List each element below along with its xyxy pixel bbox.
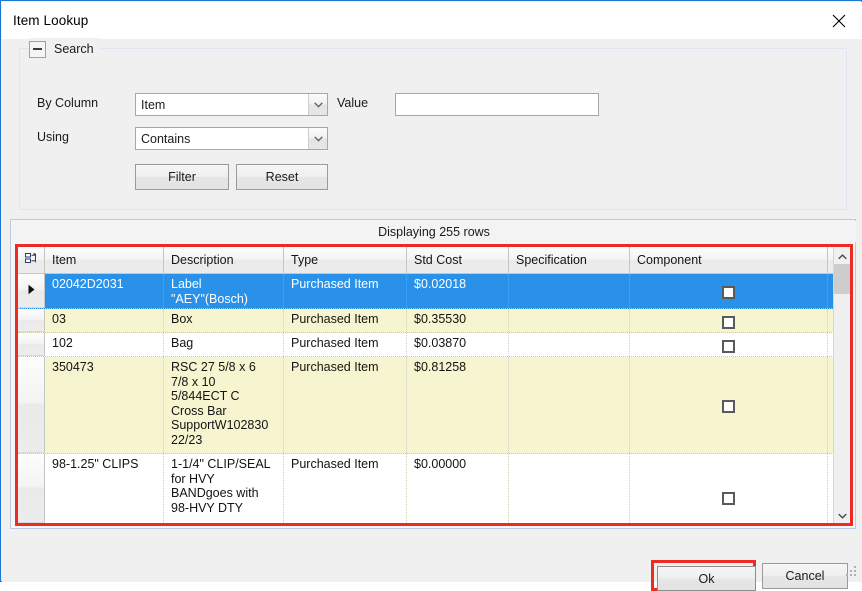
- select-all-corner-button[interactable]: [18, 247, 45, 273]
- cell-item: 102: [45, 333, 164, 356]
- search-groupbox-label: Search: [54, 42, 94, 56]
- scroll-down-button[interactable]: [834, 506, 850, 523]
- scroll-thumb[interactable]: [834, 264, 850, 294]
- cell-component[interactable]: [630, 309, 828, 332]
- row-selector[interactable]: [18, 454, 45, 523]
- window-title: Item Lookup: [13, 13, 89, 28]
- cell-description: Box: [164, 309, 284, 332]
- cell-item: 03: [45, 309, 164, 332]
- column-header-std-cost[interactable]: Std Cost: [407, 247, 509, 273]
- value-label: Value: [337, 96, 369, 110]
- cell-specification: [509, 454, 630, 523]
- window-titlebar: Item Lookup: [2, 2, 862, 39]
- cell-std-cost: $0.02018: [407, 274, 509, 308]
- cell-description: Bag: [164, 333, 284, 356]
- cell-description: RSC 27 5/8 x 6 7/8 x 10 5/844ECT C Cross…: [164, 357, 284, 453]
- column-header-component[interactable]: Component: [630, 247, 828, 273]
- cancel-button[interactable]: Cancel: [762, 563, 848, 589]
- collapse-toggle-button[interactable]: [29, 40, 46, 58]
- row-selector[interactable]: [18, 309, 45, 332]
- chevron-down-icon: [837, 508, 847, 522]
- grid-header-row: Item Description Type Std Cost Specifica…: [18, 247, 850, 274]
- ok-button[interactable]: Ok: [657, 566, 756, 591]
- cell-std-cost: $0.00000: [407, 454, 509, 523]
- close-button[interactable]: [816, 2, 862, 39]
- table-row[interactable]: 102 Bag Purchased Item $0.03870: [18, 333, 850, 357]
- cell-component[interactable]: [630, 333, 828, 356]
- chevron-up-icon: [837, 249, 847, 263]
- cell-specification: [509, 333, 630, 356]
- cell-std-cost: $0.35530: [407, 309, 509, 332]
- table-row[interactable]: 350473 RSC 27 5/8 x 6 7/8 x 10 5/844ECT …: [18, 357, 850, 454]
- filter-button[interactable]: Filter: [135, 164, 229, 190]
- cell-component[interactable]: [630, 274, 828, 308]
- reset-button[interactable]: Reset: [236, 164, 328, 190]
- chevron-down-icon[interactable]: [308, 94, 327, 115]
- by-column-combobox-value: Item: [141, 97, 166, 112]
- cell-specification: [509, 357, 630, 453]
- component-checkbox[interactable]: [722, 315, 735, 329]
- cell-type: Purchased Item: [284, 309, 407, 332]
- value-input[interactable]: [395, 93, 599, 116]
- row-count-status: Displaying 255 rows: [12, 221, 856, 242]
- component-checkbox[interactable]: [722, 339, 735, 353]
- scroll-up-button[interactable]: [834, 247, 850, 264]
- chevron-down-icon[interactable]: [308, 128, 327, 149]
- cell-std-cost: $0.03870: [407, 333, 509, 356]
- cell-type: Purchased Item: [284, 333, 407, 356]
- component-checkbox[interactable]: [722, 400, 735, 413]
- using-combobox[interactable]: Contains: [135, 127, 328, 150]
- cell-component[interactable]: [630, 454, 828, 523]
- search-groupbox-legend: Search: [29, 38, 100, 60]
- data-grid-focus-highlight: Item Description Type Std Cost Specifica…: [15, 244, 853, 526]
- resize-grip-icon[interactable]: [846, 566, 858, 578]
- column-header-description[interactable]: Description: [164, 247, 284, 273]
- cell-type: Purchased Item: [284, 454, 407, 523]
- table-row[interactable]: 98-1.25" CLIPS 1-1/4" CLIP/SEAL for HVY …: [18, 454, 850, 523]
- item-lookup-window: Item Lookup Search By Column Item Value …: [0, 0, 862, 591]
- cell-specification: [509, 309, 630, 332]
- row-selector[interactable]: [18, 333, 45, 356]
- table-row[interactable]: 03 Box Purchased Item $0.35530: [18, 309, 850, 333]
- cell-type: Purchased Item: [284, 357, 407, 453]
- row-selector[interactable]: [18, 274, 45, 308]
- by-column-label: By Column: [37, 96, 99, 110]
- cell-type: Purchased Item: [284, 274, 407, 308]
- cell-specification: [509, 274, 630, 308]
- cell-item: 02042D2031: [45, 274, 164, 308]
- select-all-icon: [24, 252, 38, 268]
- table-row[interactable]: 02042D2031 Label "AEY"(Bosch) Purchased …: [18, 274, 850, 309]
- close-icon: [832, 14, 846, 28]
- column-header-specification[interactable]: Specification: [509, 247, 630, 273]
- column-header-item[interactable]: Item: [45, 247, 164, 273]
- component-checkbox[interactable]: [722, 286, 735, 299]
- grid-vertical-scrollbar[interactable]: [833, 247, 850, 523]
- minus-icon: [33, 48, 42, 50]
- using-label: Using: [37, 130, 69, 144]
- cell-component[interactable]: [630, 357, 828, 453]
- component-checkbox[interactable]: [722, 492, 735, 505]
- by-column-combobox[interactable]: Item: [135, 93, 328, 116]
- row-selector[interactable]: [18, 357, 45, 453]
- column-header-type[interactable]: Type: [284, 247, 407, 273]
- results-panel: Displaying 255 rows Item Description Typ…: [10, 219, 856, 529]
- cell-item: 98-1.25" CLIPS: [45, 454, 164, 523]
- cell-std-cost: $0.81258: [407, 357, 509, 453]
- dialog-client-area: Search By Column Item Value Using Contai…: [2, 38, 862, 591]
- current-row-arrow-icon: [27, 284, 36, 298]
- search-groupbox: Search By Column Item Value Using Contai…: [19, 38, 847, 210]
- ok-button-focus-highlight: Ok: [651, 560, 756, 591]
- using-combobox-value: Contains: [141, 131, 191, 146]
- cell-description: 1-1/4" CLIP/SEAL for HVY BANDgoes with 9…: [164, 454, 284, 523]
- data-grid[interactable]: Item Description Type Std Cost Specifica…: [18, 247, 850, 523]
- cell-description: Label "AEY"(Bosch): [164, 274, 284, 308]
- cell-item: 350473: [45, 357, 164, 453]
